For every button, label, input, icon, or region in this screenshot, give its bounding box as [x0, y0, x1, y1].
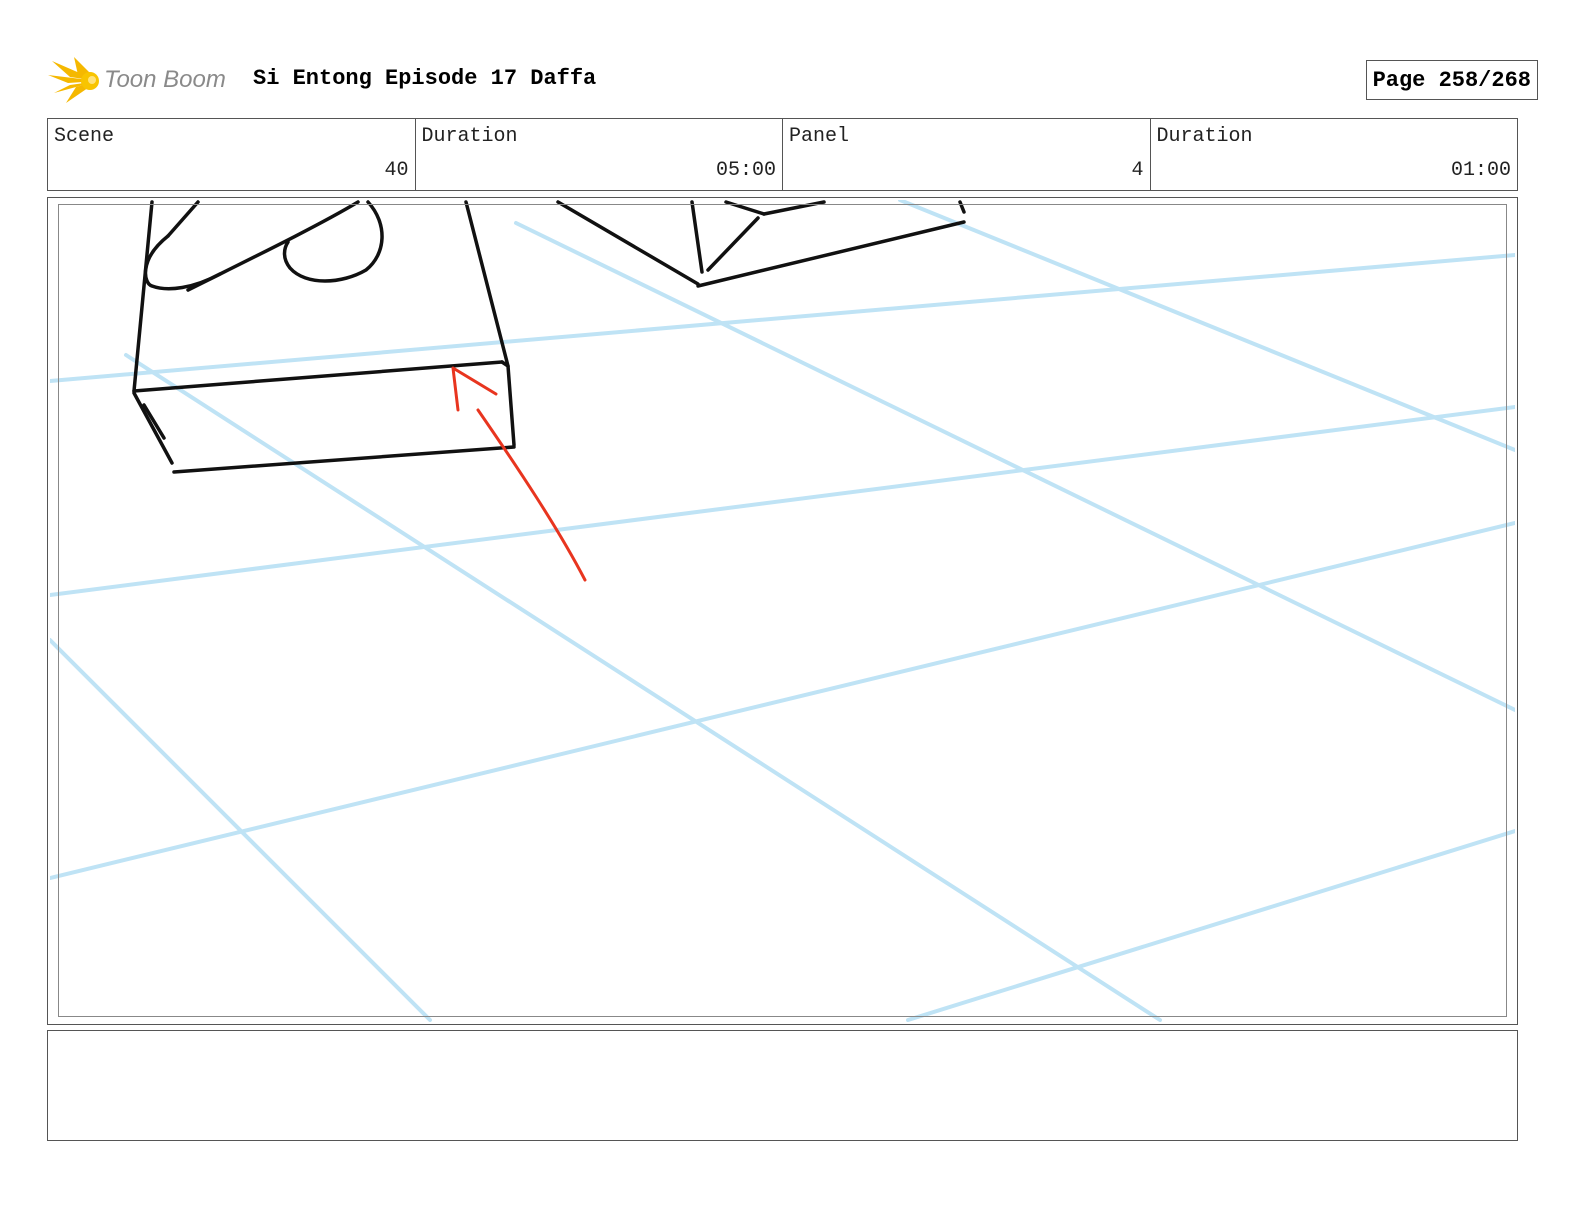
logo-text: Toon Boom	[104, 66, 226, 93]
scene-duration-value: 05:00	[715, 159, 776, 182]
toon-boom-logo: Toon Boom	[48, 54, 238, 106]
document-title: Si Entong Episode 17 Daffa	[253, 66, 597, 91]
storyboard-panel-inner-border	[58, 204, 1507, 1017]
scene-duration-label: Duration	[421, 125, 518, 148]
starburst-icon	[48, 57, 99, 103]
scene-duration-cell: Duration 05:00	[416, 119, 783, 190]
scene-label: Scene	[54, 125, 115, 148]
scene-cell: Scene 40	[48, 119, 416, 190]
page-number: Page 258/268	[1365, 60, 1538, 100]
panel-duration-value: 01:00	[1450, 159, 1511, 182]
scene-info-table: Scene 40 Duration 05:00 Panel 4 Duration…	[47, 118, 1518, 191]
panel-label: Panel	[789, 125, 850, 148]
panel-cell: Panel 4	[783, 119, 1151, 190]
panel-duration-cell: Duration 01:00	[1151, 119, 1518, 190]
caption-box	[47, 1030, 1518, 1141]
scene-value: 40	[384, 159, 409, 182]
page-header: Toon Boom Si Entong Episode 17 Daffa Pag…	[48, 52, 1538, 108]
panel-value: 4	[1131, 159, 1144, 182]
panel-duration-label: Duration	[1156, 125, 1253, 148]
